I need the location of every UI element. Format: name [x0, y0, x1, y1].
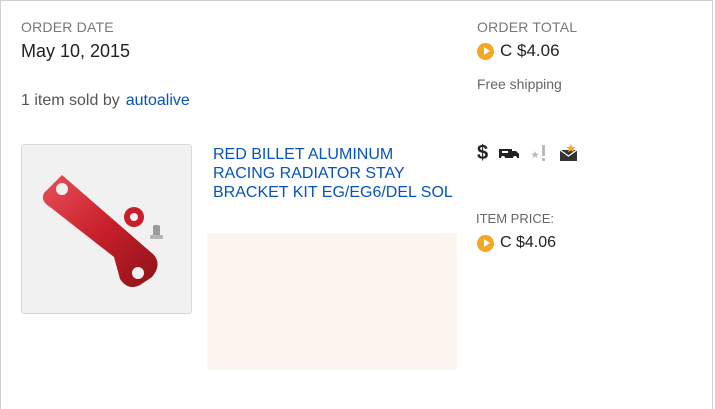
sold-by-prefix: 1 item sold by [21, 92, 120, 109]
coin-icon [477, 234, 494, 252]
dollar-icon[interactable]: $ [477, 142, 488, 164]
order-total-value: C $4.06 [500, 41, 560, 60]
coin-icon [477, 42, 494, 60]
item-price-value: C $4.06 [500, 234, 557, 251]
star-feedback-icon[interactable] [530, 144, 548, 162]
radiator-bracket-image [22, 145, 191, 313]
shipping-truck-icon[interactable] [499, 144, 520, 162]
order-total-label: ORDER TOTAL [477, 19, 578, 35]
order-date-label: ORDER DATE [21, 19, 114, 35]
item-description-area [207, 233, 457, 370]
status-icons: $ [477, 142, 579, 164]
seller-link[interactable]: autoalive [126, 92, 190, 109]
shipping-info: Free shipping [477, 76, 562, 92]
order-date-value: May 10, 2015 [21, 41, 131, 61]
item-title-link[interactable]: RED BILLET ALUMINUM RACING RADIATOR STAY… [213, 145, 453, 202]
order-card: ORDER DATE May 10, 2015 ORDER TOTAL C $4… [0, 0, 713, 409]
product-thumbnail[interactable] [21, 144, 192, 314]
item-price-label: ITEM PRICE: [476, 211, 555, 226]
order-total: C $4.06 [477, 41, 560, 61]
envelope-star-icon[interactable] [559, 144, 579, 162]
sold-by: 1 item sold by autoalive [21, 92, 190, 110]
item-price: C $4.06 [477, 234, 556, 252]
